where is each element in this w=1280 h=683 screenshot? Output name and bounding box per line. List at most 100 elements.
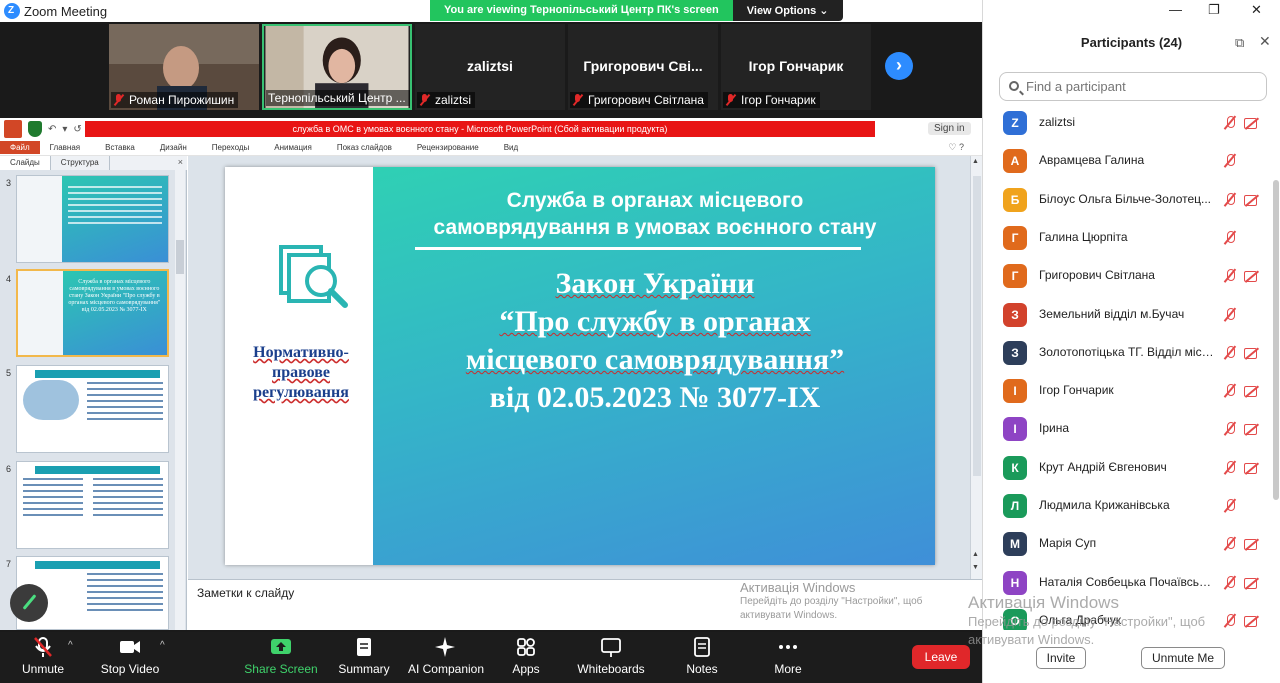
stop-video-button[interactable]: Stop Video bbox=[98, 636, 162, 676]
notes-pane: Заметки к слайду Активація Windows Перей… bbox=[188, 579, 982, 630]
participant-row[interactable]: І Ірина bbox=[983, 409, 1273, 447]
participant-row[interactable]: К Крут Андрій Євгенович bbox=[983, 448, 1273, 486]
apps-button[interactable]: Apps bbox=[508, 636, 544, 676]
video-tile[interactable]: Григорович Сві... Григорович Світлана bbox=[568, 24, 718, 110]
participant-row[interactable]: З Золотопотіцька ТГ. Відділ міст... bbox=[983, 333, 1273, 371]
video-tile[interactable]: Ігор Гончарик Ігор Гончарик bbox=[721, 24, 871, 110]
participant-row[interactable]: М Марія Суп bbox=[983, 524, 1273, 562]
restore-button[interactable]: ❐ bbox=[1208, 2, 1220, 18]
activation-text: активувати Windows. bbox=[968, 632, 1095, 647]
slides-panel-tabs: Слайды Структура × bbox=[0, 156, 187, 170]
unmute-button[interactable]: Unmute bbox=[14, 636, 72, 676]
participant-row[interactable]: Г Григорович Світлана bbox=[983, 256, 1273, 294]
avatar: К bbox=[1003, 455, 1027, 480]
meeting-toolbar: Unmute ^ Stop Video ^ Share Screen Summa… bbox=[0, 632, 982, 683]
avatar: Н bbox=[1003, 570, 1027, 595]
search-input[interactable] bbox=[1026, 79, 1256, 94]
avatar: З bbox=[1003, 302, 1027, 327]
video-tile[interactable]: Роман Пирожишин bbox=[109, 24, 259, 110]
summary-button[interactable]: Summary bbox=[336, 636, 392, 676]
participant-row[interactable]: З Земельний відділ м.Бучач bbox=[983, 295, 1273, 333]
law-line: “Про службу в органах bbox=[499, 305, 811, 338]
share-screen-button[interactable]: Share Screen bbox=[244, 636, 318, 676]
popout-icon[interactable]: ⧉ bbox=[1235, 35, 1244, 51]
participant-row[interactable]: Л Людмила Крижанівська bbox=[983, 486, 1273, 524]
slides-panel-scrollbar bbox=[175, 170, 185, 630]
participant-list-scrollbar[interactable] bbox=[1273, 180, 1279, 500]
participant-name: zaliztsi bbox=[1039, 115, 1076, 129]
sign-in-button: Sign in bbox=[928, 122, 971, 135]
slide-number: 5 bbox=[6, 368, 12, 378]
invite-button[interactable]: Invite bbox=[1036, 647, 1086, 669]
unmute-me-button[interactable]: Unmute Me bbox=[1141, 647, 1225, 669]
slide-number: 4 bbox=[6, 274, 12, 284]
activation-text: активувати Windows. bbox=[740, 610, 838, 621]
stop-video-label: Stop Video bbox=[100, 662, 160, 676]
scroll-up-icon: ▲ bbox=[972, 158, 979, 165]
more-button[interactable]: More bbox=[766, 636, 810, 676]
participant-row[interactable]: А Аврамцева Галина bbox=[983, 141, 1273, 179]
slide-left-label: Нормативно- правове регулювання bbox=[233, 343, 369, 403]
ai-companion-button[interactable]: AI Companion bbox=[404, 636, 488, 676]
slide-heading: Служба в органах місцевого самоврядуванн… bbox=[385, 187, 925, 241]
participant-name: Тернопільський Центр ... bbox=[268, 91, 406, 105]
law-line: Закон України bbox=[555, 267, 755, 300]
close-panel-icon[interactable]: ✕ bbox=[1259, 33, 1271, 50]
participant-name: Ігор Гончарик bbox=[1039, 383, 1114, 398]
heading-line: Служба в органах місцевого bbox=[506, 189, 804, 212]
participant-name: Ігор Гончарик bbox=[741, 93, 816, 107]
participant-row[interactable]: І Ігор Гончарик bbox=[983, 371, 1273, 409]
annotate-pen-button[interactable] bbox=[10, 584, 48, 622]
unmute-label: Unmute bbox=[21, 662, 65, 676]
participant-list: Zzaliztsi А Аврамцева Галина Б Білоус Ольга … bbox=[983, 103, 1273, 630]
video-tile[interactable]: zaliztsi zaliztsi bbox=[415, 24, 565, 110]
participant-name: Роман Пирожишин bbox=[129, 93, 235, 107]
activation-title: Активація Windows bbox=[968, 593, 1119, 612]
minimize-button[interactable]: — bbox=[1169, 2, 1182, 17]
avatar: Л bbox=[1003, 494, 1027, 518]
whiteboards-button[interactable]: Whiteboards bbox=[574, 636, 648, 676]
search-icon bbox=[1009, 81, 1019, 91]
view-banner: You are viewing Тернопільський Центр ПК'… bbox=[430, 0, 843, 21]
video-options-caret[interactable]: ^ bbox=[160, 640, 165, 651]
document-search-icon bbox=[279, 245, 348, 308]
participant-row[interactable]: Г Галина Цюрпіта bbox=[983, 218, 1273, 256]
slide-number: 7 bbox=[6, 559, 12, 569]
participant-search[interactable] bbox=[999, 72, 1267, 101]
participant-name-tag: Ігор Гончарик bbox=[723, 92, 820, 108]
mic-muted-icon bbox=[1223, 498, 1237, 514]
undo-icon: ↶ bbox=[48, 123, 57, 135]
share-screen-label: Share Screen bbox=[244, 662, 318, 676]
slide-law-title: Закон України “Про службу в органах місц… bbox=[385, 265, 925, 417]
video-tile-active-speaker[interactable]: Тернопільський Центр ... bbox=[262, 24, 412, 110]
participant-row[interactable]: Б Білоус Ольга Більче-Золотец... bbox=[983, 180, 1273, 218]
video-off-icon bbox=[1243, 115, 1261, 131]
view-options-button[interactable]: View Options ⌄ bbox=[732, 0, 843, 21]
participant-name-tag: Григорович Світлана bbox=[570, 92, 708, 108]
law-line: від 02.05.2023 № 3077-IX bbox=[489, 381, 821, 414]
slide-number: 6 bbox=[6, 464, 12, 474]
participant-row[interactable]: Zzaliztsi bbox=[983, 103, 1273, 141]
shared-screen: ↶ ▾ ↺ ▾ служба в ОМС в умовах воєнного с… bbox=[0, 118, 982, 630]
next-page-button[interactable]: › bbox=[885, 52, 913, 80]
whiteboards-label: Whiteboards bbox=[577, 662, 645, 676]
mic-muted-icon bbox=[1223, 383, 1237, 399]
summary-label: Summary bbox=[338, 662, 390, 676]
audio-options-caret[interactable]: ^ bbox=[68, 640, 73, 651]
activation-title: Активація Windows bbox=[740, 580, 856, 595]
ribbon-tab: Переходы bbox=[211, 143, 250, 152]
summary-icon bbox=[353, 636, 375, 658]
notes-button[interactable]: Notes bbox=[682, 636, 722, 676]
leave-button[interactable]: Leave bbox=[912, 645, 970, 669]
mic-muted-icon bbox=[1223, 307, 1237, 323]
redo-icon: ↺ bbox=[73, 123, 82, 135]
law-line: місцевого самоврядування” bbox=[465, 343, 845, 376]
close-window-button[interactable]: ✕ bbox=[1251, 2, 1262, 18]
ppt-title-bar: ↶ ▾ ↺ ▾ служба в ОМС в умовах воєнного с… bbox=[0, 118, 982, 140]
window-title: Zoom Meeting bbox=[24, 3, 108, 19]
sparkle-icon bbox=[435, 636, 457, 658]
mic-muted-icon bbox=[725, 94, 737, 106]
notes-label: Notes bbox=[686, 662, 718, 676]
participants-panel: — ❐ ✕ Participants (24) ⧉ ✕ ZzaliztsiААв… bbox=[982, 0, 1280, 683]
tab-slides: Слайды bbox=[0, 156, 51, 170]
